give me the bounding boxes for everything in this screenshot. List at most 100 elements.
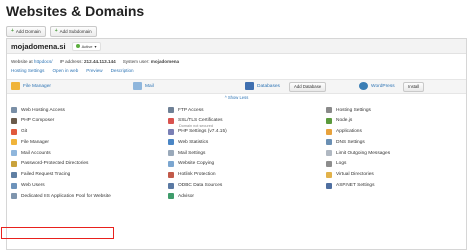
tool-php-composer[interactable]: PHP Composer bbox=[11, 117, 55, 124]
tool-label: PHP Composer bbox=[21, 118, 55, 124]
description-link[interactable]: Description bbox=[111, 68, 134, 73]
tools-row: Failed Request Tracing Hotlink Protectio… bbox=[7, 171, 466, 183]
mail-icon bbox=[133, 82, 142, 90]
quick-wordpress-label: WordPress bbox=[371, 83, 395, 89]
stats-icon bbox=[168, 139, 174, 146]
ftp-icon bbox=[168, 107, 174, 113]
tool-label: Password-Protected Directories bbox=[21, 161, 89, 167]
plus-icon: + bbox=[54, 28, 58, 34]
chevron-down-icon: ▾ bbox=[94, 43, 97, 49]
add-domain-label: Add Domain bbox=[15, 29, 41, 34]
add-database-button[interactable]: Add Database bbox=[289, 82, 327, 92]
tool-label: Logs bbox=[336, 161, 347, 167]
tool-label: Mail Settings bbox=[178, 150, 206, 156]
tool-web-statistics[interactable]: Web Statistics bbox=[168, 139, 209, 146]
website-at-label: Website at bbox=[11, 59, 33, 64]
preview-link[interactable]: Preview bbox=[86, 68, 102, 73]
tool-label: ASP.NET Settings bbox=[336, 183, 375, 189]
domain-info: Website at httpdocs/ IP address: 212.44.… bbox=[11, 59, 179, 64]
domain-name[interactable]: mojadomena.si bbox=[11, 42, 66, 51]
database-icon bbox=[245, 82, 254, 90]
active-dot-icon bbox=[75, 44, 80, 48]
tool-advisor[interactable]: Advisor bbox=[168, 193, 194, 200]
tool-label: Git bbox=[21, 129, 28, 135]
tool-label: Applications bbox=[336, 129, 362, 135]
tool-label: Web Statistics bbox=[178, 139, 209, 145]
show-less-link[interactable]: ^ Show Less bbox=[7, 95, 466, 100]
quick-file-manager-label: File Manager bbox=[23, 83, 51, 89]
mail-icon bbox=[11, 150, 17, 157]
tool-label: Node.js bbox=[336, 118, 353, 124]
tool-hotlink-protection[interactable]: Hotlink Protection bbox=[168, 171, 216, 178]
tool-logs[interactable]: Logs bbox=[326, 160, 347, 167]
status-label: Active bbox=[81, 43, 93, 49]
limit-icon bbox=[326, 150, 332, 157]
tool-label: Advisor bbox=[178, 193, 194, 199]
website-path-link[interactable]: httpdocs/ bbox=[34, 59, 53, 64]
tool-label: Web Hosting Access bbox=[21, 107, 65, 113]
add-domain-button[interactable]: + Add Domain bbox=[6, 26, 46, 37]
plus-icon: + bbox=[11, 28, 14, 34]
ip-label: IP address: bbox=[59, 59, 83, 64]
quick-mail-label: Mail bbox=[145, 83, 154, 89]
tool-website-copying[interactable]: Website Copying bbox=[168, 160, 215, 167]
tool-label: Web Users bbox=[21, 183, 45, 189]
tools-row: Git PHP Settings (v7.4.15) Applications bbox=[7, 128, 466, 140]
logs-icon bbox=[326, 160, 332, 167]
advisor-icon bbox=[168, 193, 174, 200]
tool-label: DNS Settings bbox=[336, 139, 365, 145]
tools-row: PHP Composer SSL/TLS Certificates Domain … bbox=[7, 117, 466, 129]
tool-ssl-certificates[interactable]: SSL/TLS Certificates Domain not secured bbox=[168, 117, 223, 128]
quick-databases[interactable]: Databases bbox=[245, 82, 280, 90]
install-button[interactable]: Install bbox=[403, 82, 425, 92]
quick-access-bar: File Manager Mail Databases Add Database… bbox=[7, 79, 466, 94]
domain-links: Hosting Settings Open in web Preview Des… bbox=[11, 68, 134, 73]
tool-hosting-settings[interactable]: Hosting Settings bbox=[326, 107, 371, 113]
lock-icon bbox=[11, 160, 17, 167]
tool-password-protected[interactable]: Password-Protected Directories bbox=[11, 160, 89, 167]
tool-git[interactable]: Git bbox=[11, 128, 28, 135]
tool-failed-request-tracing[interactable]: Failed Request Tracing bbox=[11, 171, 70, 178]
status-badge[interactable]: Active ▾ bbox=[71, 41, 101, 51]
dns-icon bbox=[326, 139, 332, 146]
tool-label: FTP Access bbox=[178, 107, 204, 113]
tool-dedicated-iis-pool[interactable]: Dedicated IIS Application Pool for Websi… bbox=[11, 193, 111, 200]
top-actions: + Add Domain + Add Subdomain bbox=[6, 26, 97, 37]
directory-icon bbox=[326, 171, 332, 178]
tool-virtual-directories[interactable]: Virtual Directories bbox=[326, 171, 374, 178]
tool-dns-settings[interactable]: DNS Settings bbox=[326, 139, 365, 146]
tool-nodejs[interactable]: Node.js bbox=[326, 117, 353, 124]
tool-label: File Manager bbox=[21, 139, 49, 145]
ip-value: 212.44.113.144 bbox=[84, 59, 116, 64]
tool-aspnet-settings[interactable]: ASP.NET Settings bbox=[326, 182, 375, 189]
tool-odbc-data-sources[interactable]: ODBC Data Sources bbox=[168, 182, 222, 189]
tool-web-hosting-access[interactable]: Web Hosting Access bbox=[11, 107, 65, 113]
system-user-label: System user: bbox=[122, 59, 150, 64]
tool-web-users[interactable]: Web Users bbox=[11, 182, 45, 189]
quick-wordpress[interactable]: WordPress bbox=[359, 82, 395, 90]
tool-applications[interactable]: Applications bbox=[326, 128, 362, 135]
hosting-settings-link[interactable]: Hosting Settings bbox=[11, 68, 44, 73]
composer-icon bbox=[11, 117, 17, 124]
tool-label: Virtual Directories bbox=[336, 172, 374, 178]
tracing-icon bbox=[11, 171, 17, 178]
tool-mail-accounts[interactable]: Mail Accounts bbox=[11, 150, 51, 157]
tool-php-settings[interactable]: PHP Settings (v7.4.15) bbox=[168, 128, 227, 135]
tool-mail-settings[interactable]: Mail Settings bbox=[168, 150, 206, 157]
tool-limit-outgoing[interactable]: Limit Outgoing Messages bbox=[326, 150, 390, 157]
tool-label: Website Copying bbox=[178, 161, 215, 167]
tools-row: Password-Protected Directories Website C… bbox=[7, 160, 466, 172]
add-subdomain-button[interactable]: + Add Subdomain bbox=[49, 26, 97, 37]
tool-file-manager[interactable]: File Manager bbox=[11, 139, 49, 146]
domain-header: mojadomena.si Active ▾ bbox=[7, 39, 466, 54]
quick-mail[interactable]: Mail bbox=[133, 82, 154, 90]
open-in-web-link[interactable]: Open in web bbox=[52, 68, 78, 73]
quick-file-manager[interactable]: File Manager bbox=[11, 82, 51, 90]
tool-label: Dedicated IIS Application Pool for Websi… bbox=[21, 193, 111, 199]
tools-row: Web Users ODBC Data Sources ASP.NET Sett… bbox=[7, 182, 466, 194]
apps-icon bbox=[326, 128, 332, 135]
quick-databases-label: Databases bbox=[257, 83, 280, 89]
tool-ftp-access[interactable]: FTP Access bbox=[168, 107, 204, 113]
certificate-icon bbox=[168, 117, 174, 124]
tool-label: SSL/TLS Certificates bbox=[178, 118, 223, 124]
